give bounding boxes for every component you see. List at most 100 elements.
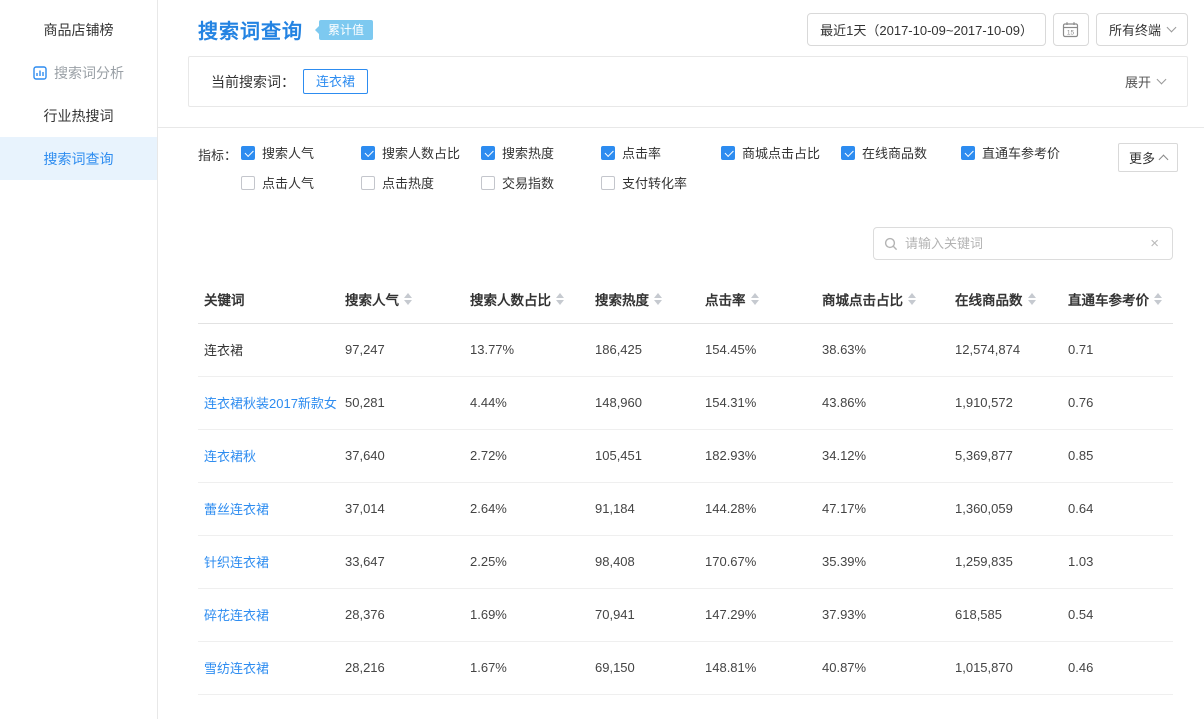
cell-value: 5,369,877 <box>949 429 1062 482</box>
cell-value: 70,941 <box>589 588 699 641</box>
sidebar-item-product-shop-ranking[interactable]: 商品店铺榜 <box>0 8 157 51</box>
metric-checkbox[interactable]: 商城点击占比 <box>721 143 841 162</box>
metric-checkbox[interactable]: 直通车参考价 <box>961 143 1081 162</box>
metric-checkbox[interactable]: 点击人气 <box>241 173 361 192</box>
cell-value: 47.17% <box>816 482 949 535</box>
sidebar-item-industry-hot-search[interactable]: 行业热搜词 <box>0 94 157 137</box>
cell-value: 13.77% <box>464 323 589 376</box>
sort-icon[interactable] <box>654 293 662 305</box>
column-header-wrap: 搜索热度 <box>595 289 662 309</box>
column-label: 关键词 <box>204 289 245 309</box>
current-search-word-panel: 当前搜索词： 连衣裙 展开 <box>188 56 1188 107</box>
metric-checkbox-label: 在线商品数 <box>862 143 927 162</box>
date-range-label: 最近1天（2017-10-09~2017-10-09） <box>820 20 1033 39</box>
column-label: 搜索人气 <box>345 289 399 309</box>
cell-value: 37,640 <box>339 429 464 482</box>
checkbox-checked-icon <box>361 146 375 160</box>
cell-value: 0.46 <box>1062 641 1173 694</box>
sidebar-items: 商品店铺榜搜索词分析行业热搜词搜索词查询 <box>0 8 157 180</box>
metrics-panel: 指标： 搜索人气搜索人数占比搜索热度点击率商城点击占比在线商品数直通车参考价 点… <box>158 128 1204 203</box>
metric-checkbox[interactable]: 搜索人气 <box>241 143 361 162</box>
sort-icon[interactable] <box>1154 293 1162 305</box>
cell-value: 1,360,059 <box>949 482 1062 535</box>
cell-value: 28,216 <box>339 641 464 694</box>
column-header-wrap: 点击率 <box>705 289 759 309</box>
metric-checkbox[interactable]: 支付转化率 <box>601 173 721 192</box>
more-metrics-button[interactable]: 更多 <box>1118 143 1178 172</box>
cell-keyword[interactable]: 连衣裙秋装2017新款女 <box>198 376 339 429</box>
expand-toggle[interactable]: 展开 <box>1125 72 1165 91</box>
chevron-down-icon <box>1167 23 1177 33</box>
metric-checkbox[interactable]: 搜索人数占比 <box>361 143 481 162</box>
metric-checkbox[interactable]: 交易指数 <box>481 173 601 192</box>
column-header[interactable]: 点击率 <box>699 276 816 323</box>
sort-icon[interactable] <box>556 293 564 305</box>
cell-keyword[interactable]: 针织连衣裙 <box>198 535 339 588</box>
cell-keyword[interactable]: 连衣裙秋 <box>198 429 339 482</box>
metric-checkbox-label: 点击人气 <box>262 173 314 192</box>
metric-checkbox-label: 直通车参考价 <box>982 143 1060 162</box>
column-header[interactable]: 直通车参考价 <box>1062 276 1173 323</box>
cell-value: 40.87% <box>816 641 949 694</box>
sort-up-arrow <box>654 293 662 298</box>
cell-value: 1.69% <box>464 588 589 641</box>
cell-value: 33,647 <box>339 535 464 588</box>
current-word-tag[interactable]: 连衣裙 <box>303 69 368 94</box>
bar-chart-doc-icon <box>33 66 47 80</box>
sort-up-arrow <box>556 293 564 298</box>
metric-checkbox[interactable]: 在线商品数 <box>841 143 961 162</box>
cell-value: 34.12% <box>816 429 949 482</box>
column-header[interactable]: 搜索人气 <box>339 276 464 323</box>
sort-down-arrow <box>751 300 759 305</box>
cell-value: 28,376 <box>339 588 464 641</box>
table-row: 雪纺连衣裙28,2161.67%69,150148.81%40.87%1,015… <box>198 641 1173 694</box>
cell-value: 37.93% <box>816 588 949 641</box>
search-row <box>158 203 1204 260</box>
current-word-label: 当前搜索词： <box>211 72 295 92</box>
sort-icon[interactable] <box>751 293 759 305</box>
cell-value: 182.93% <box>699 429 816 482</box>
terminal-dropdown[interactable]: 所有终端 <box>1096 13 1188 46</box>
metric-checkbox-label: 点击率 <box>622 143 661 162</box>
column-header-wrap: 商城点击占比 <box>822 289 916 309</box>
cell-value: 154.31% <box>699 376 816 429</box>
date-range-button[interactable]: 最近1天（2017-10-09~2017-10-09） <box>807 13 1046 46</box>
cell-keyword[interactable]: 蕾丝连衣裙 <box>198 482 339 535</box>
sort-up-arrow <box>1028 293 1036 298</box>
cell-keyword[interactable]: 雪纺连衣裙 <box>198 641 339 694</box>
checkbox-checked-icon <box>601 146 615 160</box>
table-row: 连衣裙秋37,6402.72%105,451182.93%34.12%5,369… <box>198 429 1173 482</box>
metric-checkbox-label: 支付转化率 <box>622 173 687 192</box>
sort-icon[interactable] <box>1028 293 1036 305</box>
cell-value: 148,960 <box>589 376 699 429</box>
sidebar-item-search-word-query[interactable]: 搜索词查询 <box>0 137 157 180</box>
sort-icon[interactable] <box>908 293 916 305</box>
cell-value: 69,150 <box>589 641 699 694</box>
cell-value: 91,184 <box>589 482 699 535</box>
main-content: 搜索词查询 累计值 最近1天（2017-10-09~2017-10-09） 15 <box>158 0 1204 719</box>
chevron-down-icon <box>1157 75 1167 85</box>
column-header-wrap: 在线商品数 <box>955 289 1036 309</box>
column-header[interactable]: 搜索热度 <box>589 276 699 323</box>
metric-checkbox[interactable]: 搜索热度 <box>481 143 601 162</box>
column-header[interactable]: 商城点击占比 <box>816 276 949 323</box>
sidebar-item-search-word-analysis[interactable]: 搜索词分析 <box>0 51 157 94</box>
search-input[interactable] <box>905 236 1147 251</box>
column-header-wrap: 搜索人气 <box>345 289 412 309</box>
cell-value: 0.76 <box>1062 376 1173 429</box>
metric-checkbox[interactable]: 点击率 <box>601 143 721 162</box>
calendar-button[interactable]: 15 <box>1053 13 1089 46</box>
cell-value: 38.63% <box>816 323 949 376</box>
cell-value: 4.44% <box>464 376 589 429</box>
page-title: 搜索词查询 <box>198 15 303 44</box>
close-icon[interactable] <box>1147 236 1162 251</box>
cell-keyword[interactable]: 碎花连衣裙 <box>198 588 339 641</box>
metric-checkbox[interactable]: 点击热度 <box>361 173 481 192</box>
cell-value: 1,015,870 <box>949 641 1062 694</box>
sort-icon[interactable] <box>404 293 412 305</box>
column-header[interactable]: 在线商品数 <box>949 276 1062 323</box>
cumulative-value-badge: 累计值 <box>319 20 373 40</box>
table-header: 关键词 搜索人气 搜索人数占比搜索热度 点击率 商城点击占比 在线商品数 直通车参考价 <box>198 276 1173 323</box>
sort-up-arrow <box>404 293 412 298</box>
column-header[interactable]: 搜索人数占比 <box>464 276 589 323</box>
